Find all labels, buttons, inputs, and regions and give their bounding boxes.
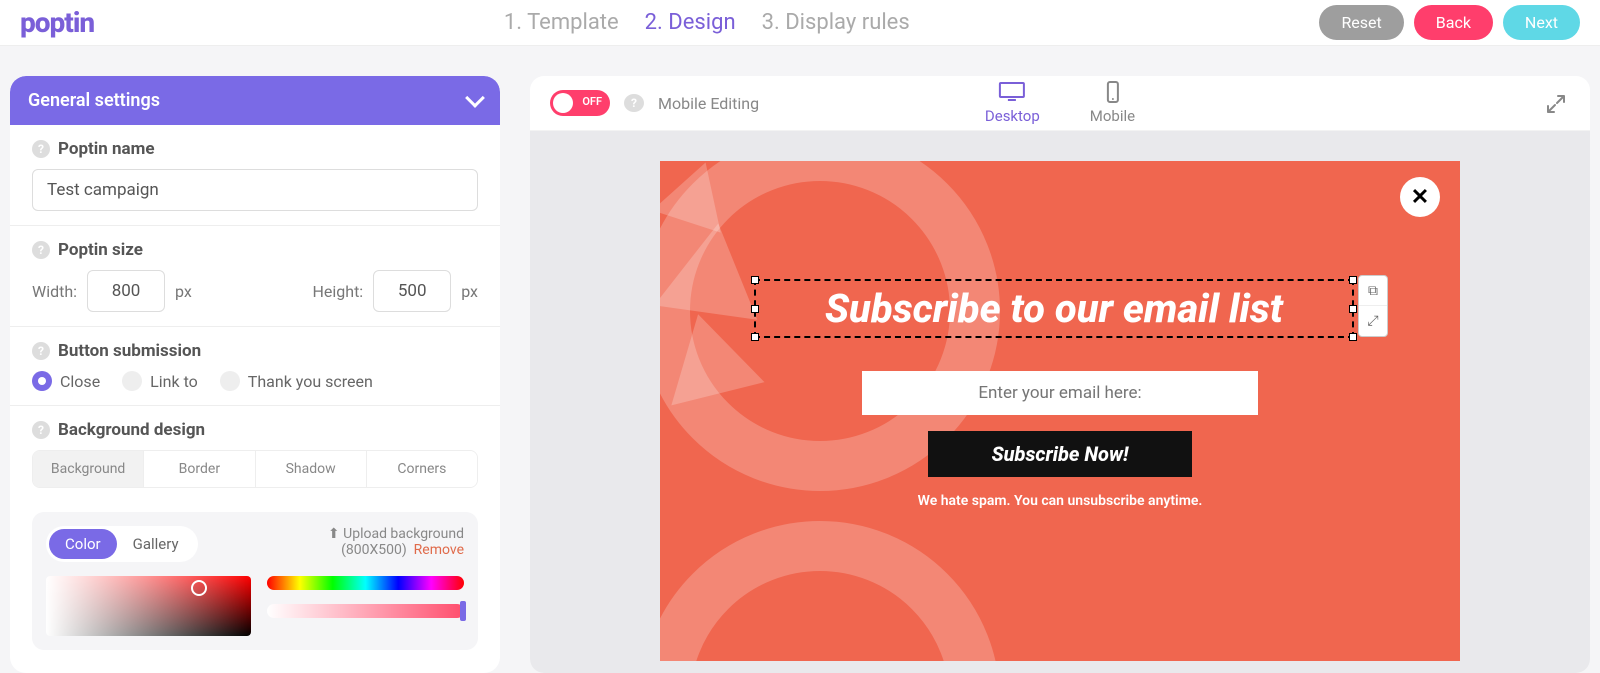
resize-handle[interactable] [1349, 276, 1357, 284]
alpha-slider[interactable] [267, 604, 464, 618]
pill-color[interactable]: Color [49, 529, 117, 559]
bg-design-label: Background design [58, 420, 205, 440]
device-selector: Desktop Mobile [985, 81, 1135, 125]
radio-icon [220, 371, 240, 391]
resize-handle[interactable] [751, 333, 759, 341]
mobile-editing-label: Mobile Editing [658, 94, 759, 113]
chevron-down-icon [465, 88, 485, 108]
general-settings-header[interactable]: General settings [10, 76, 500, 125]
headline-selection[interactable]: Subscribe to our email list ⧉ ⤢ [754, 279, 1354, 338]
mobile-icon [1098, 81, 1126, 103]
decor-ring [660, 521, 1000, 661]
device-mobile[interactable]: Mobile [1090, 81, 1135, 125]
poptin-name-input[interactable] [32, 169, 478, 211]
radio-icon [32, 371, 52, 391]
hue-slider[interactable] [267, 576, 464, 590]
resize-handle[interactable] [1349, 305, 1357, 313]
help-icon[interactable]: ? [32, 241, 50, 259]
tab-corners[interactable]: Corners [367, 451, 477, 487]
canvas-area: ? Mobile Editing Desktop Mobile [530, 76, 1590, 673]
background-design-block: ? Background design Background Border Sh… [10, 406, 500, 502]
width-input[interactable] [87, 270, 165, 312]
popup-headline[interactable]: Subscribe to our email list [762, 285, 1346, 332]
remove-link[interactable]: Remove [414, 542, 464, 558]
poptin-name-block: ? Poptin name [10, 125, 500, 226]
popup-disclaimer[interactable]: We hate spam. You can unsubscribe anytim… [660, 493, 1460, 509]
settings-sidebar: General settings ? Poptin name ? Poptin … [10, 76, 500, 673]
tab-shadow[interactable]: Shadow [256, 451, 367, 487]
canvas-toolbar: ? Mobile Editing Desktop Mobile [530, 76, 1590, 131]
fullscreen-icon[interactable]: ⤢ [1359, 306, 1387, 336]
help-icon[interactable]: ? [624, 94, 644, 112]
poptin-size-block: ? Poptin size Width: px Height: px [10, 226, 500, 327]
popup-preview[interactable]: ✕ Subscribe to our email list ⧉ ⤢ Subscr… [660, 161, 1460, 661]
height-label: Height: [312, 282, 363, 301]
duplicate-icon[interactable]: ⧉ [1359, 276, 1387, 306]
step-design[interactable]: 2. Design [645, 10, 736, 35]
wizard-steps: 1. Template 2. Design 3. Display rules [94, 10, 1319, 35]
radio-link-to[interactable]: Link to [122, 371, 198, 391]
section-title: General settings [28, 90, 160, 111]
expand-icon[interactable] [1544, 92, 1568, 120]
button-submission-block: ? Button submission Close Link to Thank … [10, 327, 500, 406]
desktop-icon [998, 81, 1026, 103]
upload-icon: ⬆ [328, 526, 340, 542]
upload-label: Upload background [343, 526, 464, 542]
color-saturation-picker[interactable] [46, 576, 251, 636]
close-popup-button[interactable]: ✕ [1400, 177, 1440, 217]
poptin-name-label: Poptin name [58, 139, 155, 159]
device-desktop[interactable]: Desktop [985, 81, 1040, 125]
next-button[interactable]: Next [1503, 5, 1580, 40]
top-bar: poptin 1. Template 2. Design 3. Display … [0, 0, 1600, 46]
upload-hint: (800X500) [341, 542, 407, 558]
poptin-size-label: Poptin size [58, 240, 143, 260]
close-icon: ✕ [1411, 185, 1429, 210]
back-button[interactable]: Back [1414, 5, 1493, 40]
bg-tab-row: Background Border Shadow Corners [32, 450, 478, 488]
popup-subscribe-button[interactable]: Subscribe Now! [928, 431, 1192, 477]
reset-button[interactable]: Reset [1319, 5, 1403, 40]
width-unit: px [175, 282, 192, 301]
resize-handle[interactable] [751, 305, 759, 313]
step-template[interactable]: 1. Template [504, 10, 619, 35]
resize-handle[interactable] [1349, 333, 1357, 341]
radio-icon [122, 371, 142, 391]
mobile-editing-toggle[interactable] [550, 90, 610, 116]
pill-gallery[interactable]: Gallery [117, 529, 195, 559]
logo: poptin [20, 6, 94, 39]
help-icon[interactable]: ? [32, 421, 50, 439]
tab-border[interactable]: Border [144, 451, 255, 487]
bg-mode-pills: Color Gallery [46, 526, 198, 562]
height-unit: px [461, 282, 478, 301]
popup-email-input[interactable] [862, 371, 1258, 415]
submission-label: Button submission [58, 341, 201, 361]
upload-area[interactable]: ⬆ Upload background (800X500) Remove [328, 526, 464, 558]
radio-close[interactable]: Close [32, 371, 100, 391]
header-buttons: Reset Back Next [1319, 5, 1580, 40]
radio-thank-you[interactable]: Thank you screen [220, 371, 373, 391]
help-icon[interactable]: ? [32, 342, 50, 360]
step-display-rules[interactable]: 3. Display rules [762, 10, 910, 35]
element-tools: ⧉ ⤢ [1358, 275, 1388, 337]
canvas-body[interactable]: ✕ Subscribe to our email list ⧉ ⤢ Subscr… [530, 131, 1590, 673]
resize-handle[interactable] [751, 276, 759, 284]
width-label: Width: [32, 282, 77, 301]
height-input[interactable] [373, 270, 451, 312]
tab-background[interactable]: Background [33, 451, 144, 487]
bg-panel: Color Gallery ⬆ Upload background (800X5… [32, 512, 478, 650]
help-icon[interactable]: ? [32, 140, 50, 158]
